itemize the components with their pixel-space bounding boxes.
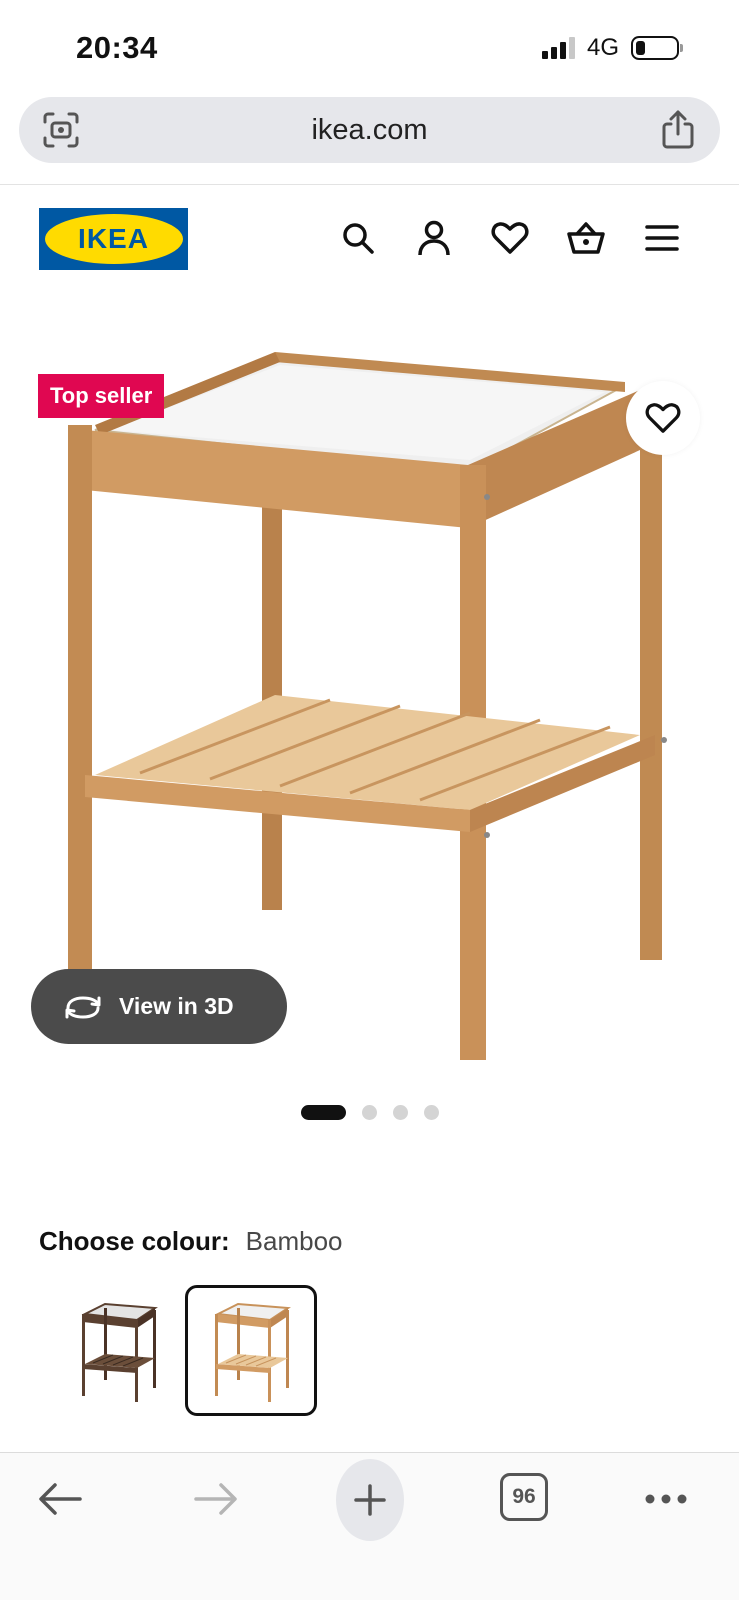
header-nav (338, 218, 682, 258)
address-bar[interactable]: ikea.com (19, 97, 720, 163)
account-icon[interactable] (414, 218, 454, 258)
carousel-indicator (301, 1105, 439, 1120)
battery-icon (631, 36, 683, 60)
search-icon[interactable] (338, 218, 378, 258)
network-type: 4G (586, 34, 619, 61)
status-bar: 20:34 4G (0, 0, 739, 92)
divider (0, 184, 739, 185)
browser-toolbar: 96 (0, 1453, 739, 1600)
carousel-dot[interactable] (301, 1105, 346, 1120)
basket-icon[interactable] (566, 218, 606, 258)
menu-icon[interactable] (642, 218, 682, 258)
forward-arrow-icon[interactable] (190, 1473, 242, 1525)
colour-swatch-bamboo[interactable] (185, 1285, 317, 1416)
view-in-3d-label: View in 3D (119, 993, 234, 1019)
more-icon[interactable] (640, 1473, 692, 1525)
back-arrow-icon[interactable] (34, 1473, 86, 1525)
new-tab-button[interactable] (336, 1459, 404, 1541)
tabs-button[interactable]: 96 (500, 1473, 548, 1521)
plus-icon (354, 1484, 386, 1516)
ikea-logo[interactable]: IKEA (39, 208, 188, 270)
colour-chooser: Choose colour: Bamboo (39, 1226, 343, 1257)
selected-colour: Bamboo (245, 1226, 343, 1256)
signal-icon (541, 37, 575, 59)
carousel-dot[interactable] (393, 1105, 408, 1120)
add-to-favourites-button[interactable] (626, 381, 700, 455)
product-thumbnail (214, 1302, 291, 1402)
rotate-3d-icon (65, 995, 101, 1019)
favourites-icon[interactable] (490, 218, 530, 258)
url-text[interactable]: ikea.com (311, 114, 427, 147)
carousel-dot[interactable] (424, 1105, 439, 1120)
carousel-dot[interactable] (362, 1105, 377, 1120)
share-icon[interactable] (658, 108, 698, 150)
status-time: 20:34 (76, 30, 158, 65)
product-thumbnail (81, 1302, 158, 1402)
colour-label: Choose colour: (39, 1226, 230, 1256)
status-indicators: 4G (541, 34, 683, 62)
colour-swatch-dark-brown[interactable] (52, 1285, 184, 1416)
heart-icon (645, 403, 681, 433)
view-in-3d-button[interactable]: View in 3D (31, 969, 287, 1044)
camera-scan-icon[interactable] (41, 110, 81, 150)
top-seller-badge: Top seller (38, 374, 165, 418)
logo-text: IKEA (78, 223, 149, 254)
